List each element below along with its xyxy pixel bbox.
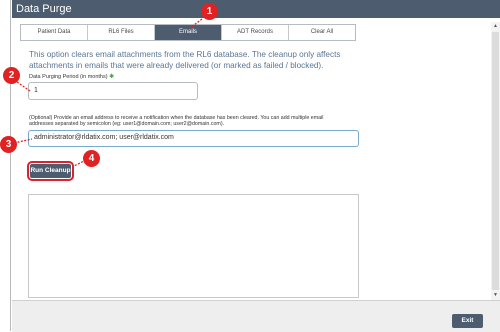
cleanup-log-area[interactable] (28, 194, 359, 298)
scroll-up-icon[interactable]: ▲ (491, 22, 500, 31)
purge-period-label: Data Purging Period (in months) ✱ (29, 73, 114, 80)
purge-period-input[interactable]: 1 (28, 82, 198, 100)
tab-rl6-files[interactable]: RL6 Files (88, 25, 155, 40)
divider (10, 0, 11, 331)
tab-emails[interactable]: Emails (155, 25, 222, 40)
marker-3: 3 (0, 136, 17, 153)
marker-1: 1 (201, 3, 218, 20)
background-panel (0, 0, 12, 331)
dialog-footer (12, 300, 500, 332)
tab-bar: Patient Data RL6 Files Emails ADT Record… (20, 24, 356, 41)
tab-patient-data[interactable]: Patient Data (21, 25, 88, 40)
data-purge-dialog: Data Purge Patient Data RL6 Files Emails… (12, 0, 500, 332)
description-text: This option clears email attachments fro… (29, 50, 341, 70)
notification-email-input[interactable]: administrator@rldatix.com; user@rldatix.… (28, 130, 359, 147)
notification-label: (Optional) Provide an email address to r… (29, 115, 324, 128)
tab-adt-records[interactable]: ADT Records (222, 25, 289, 40)
scroll-down-icon[interactable]: ▼ (491, 291, 500, 300)
marker-2: 2 (3, 67, 20, 84)
window-title: Data Purge (12, 0, 500, 18)
scrollbar-thumb[interactable] (492, 32, 499, 290)
required-icon: ✱ (109, 74, 115, 80)
marker-4: 4 (83, 150, 100, 167)
run-cleanup-button[interactable]: Run Cleanup (27, 161, 74, 181)
vertical-scrollbar[interactable]: ▲ ▼ (491, 22, 500, 300)
purge-period-label-text: Data Purging Period (in months) (29, 74, 108, 80)
exit-button[interactable]: Exit (452, 314, 483, 328)
tab-clear-all[interactable]: Clear All (289, 25, 355, 40)
